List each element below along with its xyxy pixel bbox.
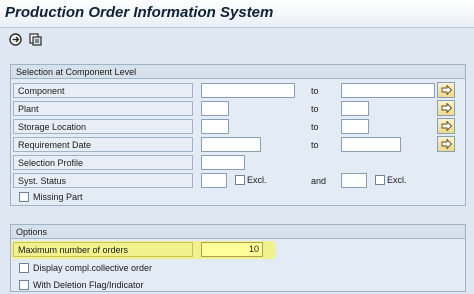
selection-group-title: Selection at Component Level bbox=[11, 65, 465, 79]
component-to-input[interactable] bbox=[341, 83, 435, 98]
component-label: Component bbox=[13, 83, 193, 98]
system-status-excl-label-1: Excl. bbox=[247, 175, 267, 185]
application-toolbar bbox=[0, 28, 474, 52]
system-status-label: Syst. Status bbox=[13, 173, 193, 188]
arrow-right-icon bbox=[441, 103, 452, 113]
storage-location-multiple-selection-button[interactable] bbox=[437, 118, 455, 134]
plant-to-input[interactable] bbox=[341, 101, 369, 116]
selection-profile-label: Selection Profile bbox=[13, 155, 193, 170]
plant-label: Plant bbox=[13, 101, 193, 116]
requirement-date-to-label: to bbox=[311, 140, 319, 150]
missing-part-label: Missing Part bbox=[33, 192, 83, 202]
missing-part-checkbox[interactable] bbox=[19, 192, 29, 202]
display-collective-order-label: Display compl.collective order bbox=[33, 263, 153, 273]
system-status-excl-checkbox-1[interactable] bbox=[235, 175, 245, 185]
arrow-right-icon bbox=[441, 85, 452, 95]
selection-group: Selection at Component Level Component t… bbox=[10, 64, 466, 206]
requirement-date-label: Requirement Date bbox=[13, 137, 193, 152]
storage-location-from-input[interactable] bbox=[201, 119, 229, 134]
arrow-right-icon bbox=[441, 121, 452, 131]
component-multiple-selection-button[interactable] bbox=[437, 82, 455, 98]
system-status-to-input[interactable] bbox=[341, 173, 367, 188]
plant-from-input[interactable] bbox=[201, 101, 229, 116]
variant-icon[interactable] bbox=[28, 32, 43, 47]
storage-location-to-label: to bbox=[311, 122, 319, 132]
options-group-title: Options bbox=[11, 225, 465, 239]
selection-profile-input[interactable] bbox=[201, 155, 245, 170]
system-status-excl-checkbox-2[interactable] bbox=[375, 175, 385, 185]
max-orders-label: Maximum number of orders bbox=[13, 242, 193, 257]
component-from-input[interactable] bbox=[201, 83, 295, 98]
options-group: Options Maximum number of orders 10 Disp… bbox=[10, 224, 466, 292]
execute-icon[interactable] bbox=[8, 32, 23, 47]
deletion-flag-checkbox[interactable] bbox=[19, 280, 29, 290]
system-status-from-input[interactable] bbox=[201, 173, 227, 188]
requirement-date-from-input[interactable] bbox=[201, 137, 261, 152]
deletion-flag-label: With Deletion Flag/Indicator bbox=[33, 280, 144, 290]
storage-location-label: Storage Location bbox=[13, 119, 193, 134]
system-status-and-label: and bbox=[311, 176, 327, 186]
component-to-label: to bbox=[311, 86, 319, 96]
plant-multiple-selection-button[interactable] bbox=[437, 100, 455, 116]
page-title: Production Order Information System bbox=[5, 4, 274, 21]
storage-location-to-input[interactable] bbox=[341, 119, 369, 134]
plant-to-label: to bbox=[311, 104, 319, 114]
display-collective-order-checkbox[interactable] bbox=[19, 263, 29, 273]
arrow-right-icon bbox=[441, 139, 452, 149]
requirement-date-multiple-selection-button[interactable] bbox=[437, 136, 455, 152]
system-status-excl-label-2: Excl. bbox=[387, 175, 407, 185]
requirement-date-to-input[interactable] bbox=[341, 137, 401, 152]
max-orders-input[interactable]: 10 bbox=[201, 242, 263, 257]
title-bar: Production Order Information System bbox=[0, 0, 474, 28]
